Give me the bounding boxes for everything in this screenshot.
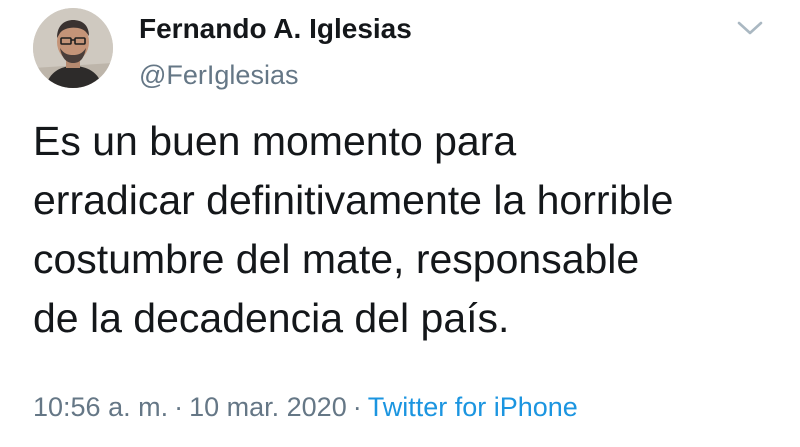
- chevron-down-icon-graphic: [737, 21, 763, 35]
- tweet-meta: 10:56 a. m. · 10 mar. 2020 · Twitter for iPh…: [33, 390, 578, 424]
- tweet-text: Es un buen momento para erradicar defini…: [33, 112, 783, 348]
- tweet-time[interactable]: 10:56 a. m.: [33, 392, 168, 422]
- author-handle[interactable]: @FerIglesias: [139, 58, 412, 92]
- tweet-source-link[interactable]: Twitter for iPhone: [368, 392, 578, 422]
- avatar[interactable]: [33, 8, 113, 88]
- tweet-header: Fernando A. Iglesias @FerIglesias: [139, 12, 412, 92]
- tweet-text-line: erradicar definitivamente la horrible: [33, 177, 674, 223]
- meta-separator: ·: [352, 392, 362, 422]
- tweet-text-line: costumbre del mate, responsable: [33, 236, 640, 282]
- tweet-date[interactable]: 10 mar. 2020: [189, 392, 347, 422]
- tweet-text-line: Es un buen momento para: [33, 118, 517, 164]
- tweet-text-line: de la decadencia del país.: [33, 295, 510, 341]
- avatar-image: [33, 8, 113, 88]
- author-display-name[interactable]: Fernando A. Iglesias: [139, 12, 412, 46]
- tweet-card: Fernando A. Iglesias @FerIglesias Es un …: [0, 0, 800, 447]
- chevron-down-icon[interactable]: [734, 16, 766, 40]
- meta-separator: ·: [174, 392, 184, 422]
